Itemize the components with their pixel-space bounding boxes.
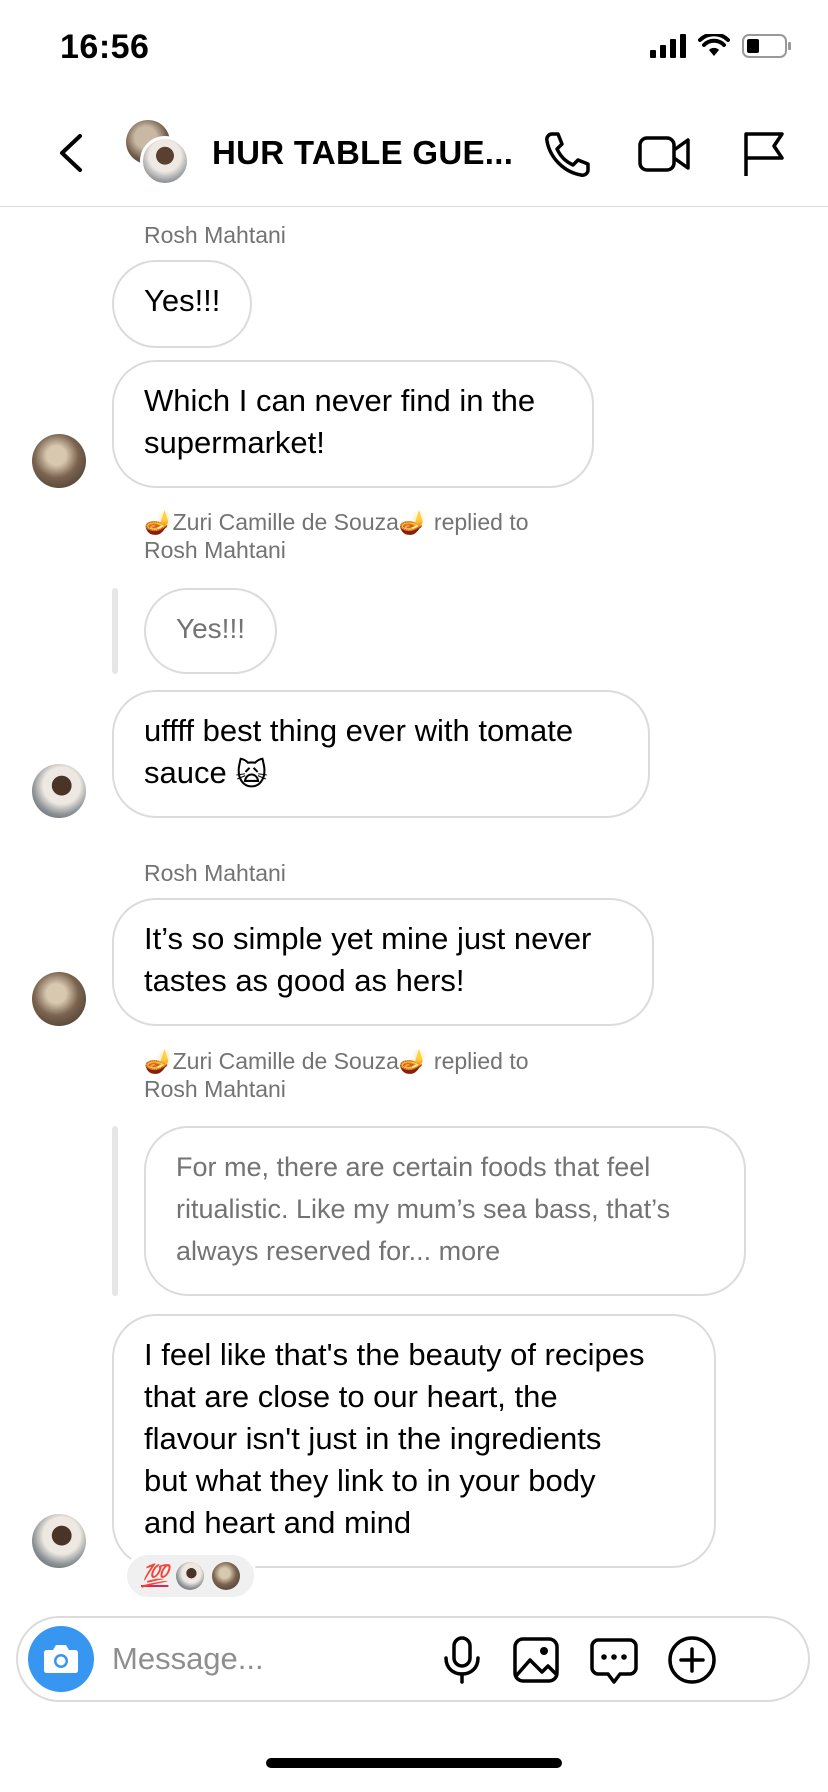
video-call-button[interactable] xyxy=(636,126,692,182)
avatar[interactable] xyxy=(32,434,86,488)
status-time: 16:56 xyxy=(60,28,150,66)
message-text: It’s so simple yet mine just never xyxy=(144,921,592,956)
message-bubble[interactable]: uffff best thing ever with tomate sauce … xyxy=(112,690,650,818)
message-text: that are close to our heart, the xyxy=(144,1379,558,1414)
reply-label: 🪔Zuri Camille de Souza🪔 replied to Rosh … xyxy=(144,1047,529,1103)
quoted-message[interactable]: For me, there are certain foods that fee… xyxy=(144,1126,746,1296)
reply-label-text: Rosh Mahtani xyxy=(144,537,286,563)
camera-icon xyxy=(44,1645,78,1673)
scream-cat-emoji: 🙀 xyxy=(235,756,268,792)
camera-button[interactable] xyxy=(28,1626,94,1692)
sender-name: Rosh Mahtani xyxy=(144,860,286,886)
avatar xyxy=(140,136,190,186)
status-bar: 16:56 xyxy=(0,0,828,100)
reply-label-text: Rosh Mahtani xyxy=(144,1076,286,1102)
reply-indicator xyxy=(112,588,118,674)
chevron-left-icon xyxy=(60,134,82,172)
wifi-icon xyxy=(698,34,730,56)
hundred-emoji: 💯 xyxy=(141,1563,169,1588)
message-text: and heart and mind xyxy=(144,1505,412,1540)
battery-icon xyxy=(742,34,791,58)
gallery-button[interactable] xyxy=(510,1634,562,1686)
message-bubble[interactable]: Which I can never find in the supermarke… xyxy=(112,360,594,488)
message-text: I feel like that's the beauty of recipes xyxy=(144,1337,645,1372)
message-text: supermarket! xyxy=(144,425,325,460)
quoted-text: For me, there are certain foods that fee… xyxy=(176,1152,651,1182)
flag-icon xyxy=(744,132,784,176)
avatar xyxy=(212,1562,241,1590)
plus-circle-icon xyxy=(668,1636,716,1684)
sender-name: Rosh Mahtani xyxy=(144,222,286,248)
status-icons xyxy=(650,34,792,58)
message-text: tastes as good as hers! xyxy=(144,963,465,998)
message-bubble[interactable]: It’s so simple yet mine just never taste… xyxy=(112,898,654,1026)
avatar[interactable] xyxy=(32,1514,86,1568)
chat-title[interactable]: HUR TABLE GUE... xyxy=(212,134,513,172)
quoted-message[interactable]: Yes!!! xyxy=(144,588,278,674)
message-text: flavour isn't just in the ingredients xyxy=(144,1421,602,1456)
video-camera-icon xyxy=(638,136,690,172)
message-bubble[interactable]: Yes!!! xyxy=(112,260,253,348)
quoted-text: ritualistic. Like my mum’s sea bass, tha… xyxy=(176,1194,671,1224)
message-bubble[interactable]: I feel like that's the beauty of recipes… xyxy=(112,1314,716,1568)
message-text: sauce 🙀 xyxy=(144,752,618,796)
message-text: sauce xyxy=(144,755,227,790)
back-button[interactable] xyxy=(50,128,94,178)
reactions-pill[interactable]: 💯 xyxy=(124,1552,258,1600)
quoted-text: always reserved for... more xyxy=(176,1236,501,1266)
phone-icon xyxy=(545,132,590,177)
signal-icon xyxy=(650,34,686,58)
avatar[interactable] xyxy=(32,764,86,818)
reply-label-text: 🪔Zuri Camille de Souza🪔 replied to xyxy=(144,1048,529,1074)
reply-indicator xyxy=(112,1126,118,1296)
message-composer xyxy=(16,1616,810,1702)
reply-label-text: 🪔Zuri Camille de Souza🪔 replied to xyxy=(144,509,529,535)
message-input[interactable] xyxy=(112,1636,492,1682)
image-icon xyxy=(513,1637,559,1683)
message-text: Which I can never find in the xyxy=(144,383,536,418)
call-button[interactable] xyxy=(540,126,596,182)
group-avatar[interactable] xyxy=(126,120,192,186)
message-text: uffff best thing ever with tomate xyxy=(144,713,574,748)
avatar[interactable] xyxy=(32,972,86,1026)
more-button[interactable] xyxy=(666,1634,718,1686)
avatar xyxy=(176,1562,205,1590)
home-indicator[interactable] xyxy=(266,1758,562,1768)
voice-message-button[interactable] xyxy=(436,1634,488,1686)
report-button[interactable] xyxy=(736,126,792,182)
sticker-button[interactable] xyxy=(588,1634,640,1686)
chat-header: HUR TABLE GUE... xyxy=(0,100,828,207)
microphone-icon xyxy=(444,1636,480,1684)
reply-label: 🪔Zuri Camille de Souza🪔 replied to Rosh … xyxy=(144,508,529,564)
message-text: but what they link to in your body xyxy=(144,1463,596,1498)
chat-bubble-icon xyxy=(590,1638,638,1684)
